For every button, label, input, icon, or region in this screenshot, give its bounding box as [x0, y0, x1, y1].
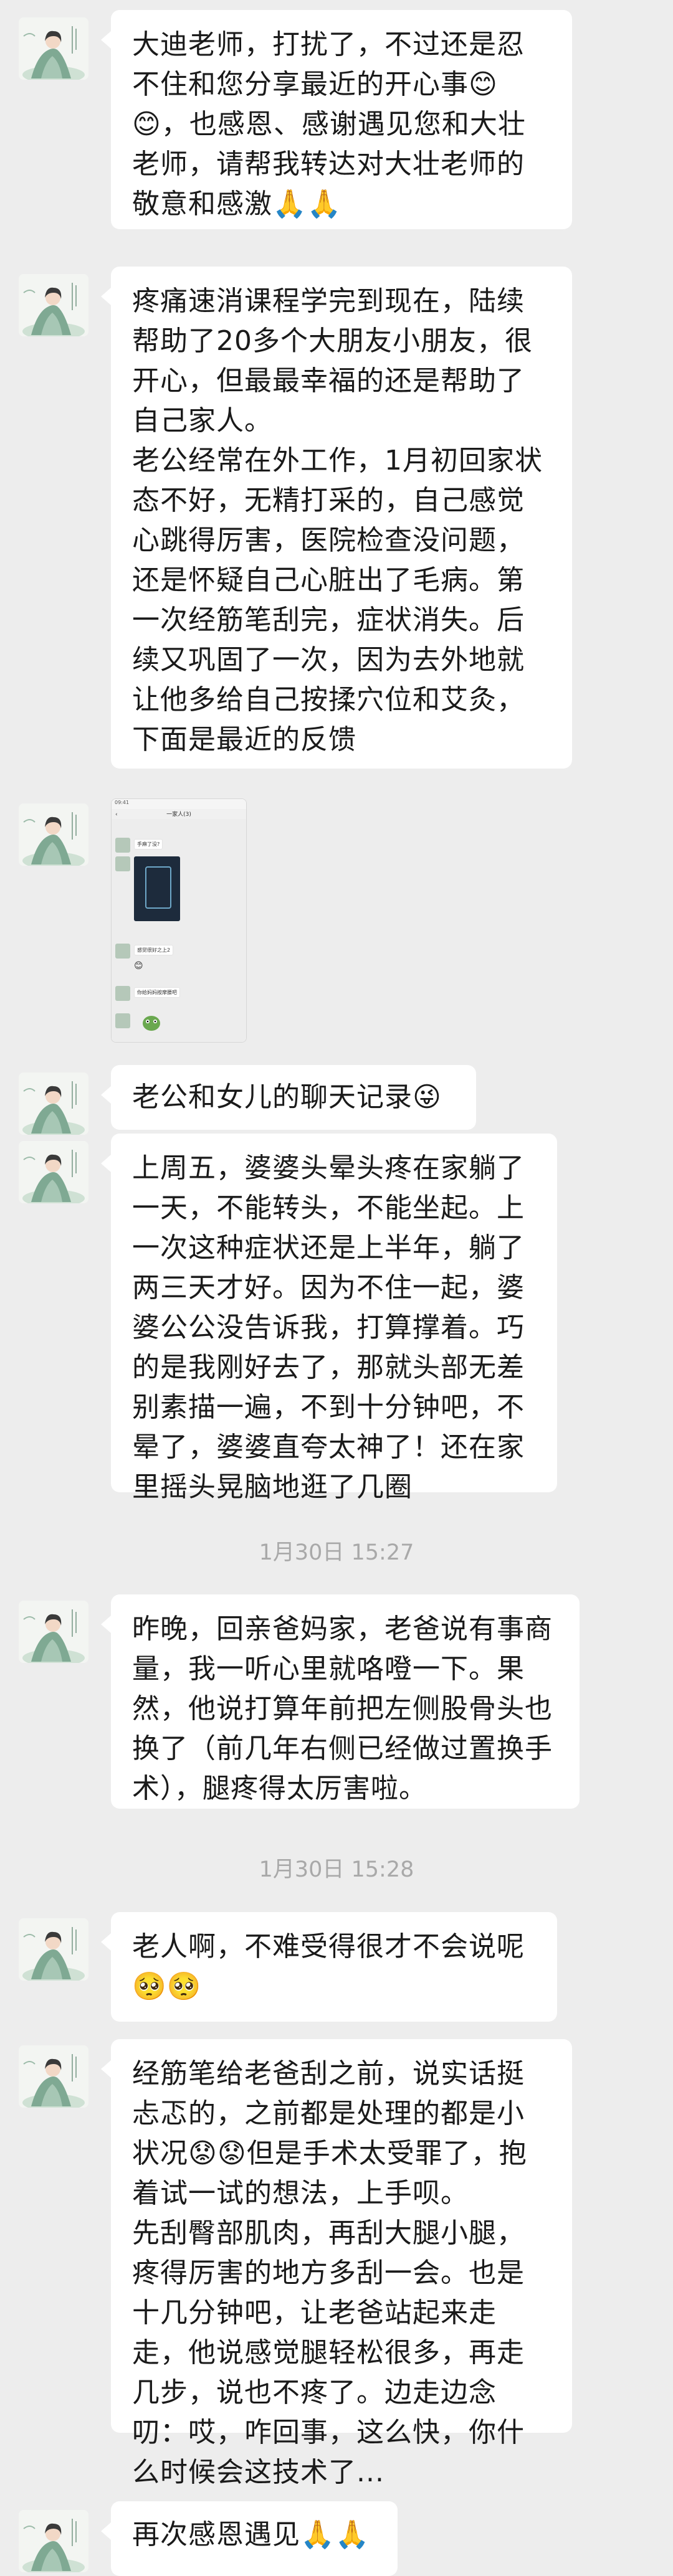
sender-avatar[interactable] [19, 2510, 88, 2572]
screenshot-title-text: 一家人(3) [166, 812, 191, 818]
screenshot-photo [134, 856, 180, 921]
sender-avatar[interactable] [19, 1073, 88, 1135]
screenshot-message: 你给妈妈按摩腰吧 [134, 987, 180, 998]
sender-avatar[interactable] [19, 17, 88, 80]
sender-avatar[interactable] [19, 2045, 88, 2108]
sender-avatar[interactable] [19, 1141, 88, 1203]
screenshot-message: 手麻了没? [134, 839, 163, 850]
message-bubble[interactable]: 大迪老师，打扰了，不过还是忍不住和您分享最近的开心事😊😊，也感恩、感谢遇见您和大… [101, 10, 572, 229]
sticker-icon [139, 1011, 164, 1033]
message-bubble[interactable]: 再次感恩遇见🙏🙏 [101, 2501, 398, 2576]
sender-avatar[interactable] [19, 274, 88, 336]
screenshot-body: 手麻了没? 感觉很好之上2 😊 你给妈妈按摩腰吧 [112, 819, 246, 1042]
screenshot-avatar [115, 1013, 130, 1028]
screenshot-status-bar: 09:41 [112, 799, 246, 809]
screenshot-avatar [115, 856, 130, 871]
message-bubble[interactable]: 老公和女儿的聊天记录😜 [101, 1065, 476, 1130]
sender-avatar[interactable] [19, 1601, 88, 1663]
sender-avatar[interactable] [19, 1918, 88, 1981]
screenshot-avatar [115, 944, 130, 959]
chat-screenshot-image[interactable]: 09:41 ‹ 一家人(3) 手麻了没? 感觉很好之上2 😊 你给妈妈按摩腰吧 [111, 798, 247, 1043]
message-bubble[interactable]: 经筋笔给老爸刮之前，说实话挺忐忑的，之前都是处理的都是小状况😟😟但是手术太受罪了… [101, 2039, 572, 2488]
screenshot-avatar [115, 838, 130, 853]
message-bubble[interactable]: 老人啊，不难受得很才不会说呢🥺🥺 [101, 1912, 557, 2022]
smile-emoji-icon: 😊 [134, 961, 143, 971]
message-bubble[interactable]: 疼痛速消课程学完到现在，陆续帮助了20多个大朋友小朋友，很开心，但最最幸福的还是… [101, 267, 572, 769]
message-bubble[interactable]: 上周五，婆婆头晕头疼在家躺了一天，不能转头，不能坐起。上一次这种症状还是上半年，… [101, 1134, 557, 1503]
screenshot-message: 感觉很好之上2 [134, 945, 174, 955]
screenshot-avatar [115, 986, 130, 1001]
sender-avatar[interactable] [19, 803, 88, 866]
timestamp: 1月30日 15:27 [259, 1540, 414, 1565]
message-bubble[interactable]: 昨晚，回亲爸妈家，老爸说有事商量，我一听心里就咯噔一下。果然，他说打算年前把左侧… [101, 1594, 580, 1809]
timestamp: 1月30日 15:28 [259, 1857, 414, 1882]
